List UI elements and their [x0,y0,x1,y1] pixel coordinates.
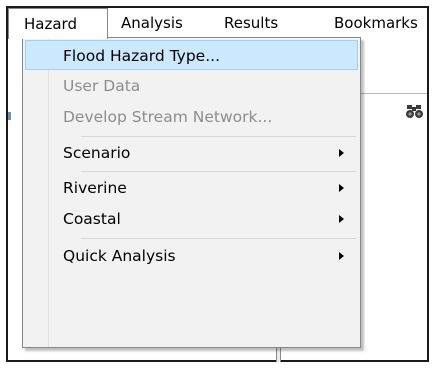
menu-item-label: User Data [63,77,141,95]
menu-results[interactable]: Results [224,8,278,38]
menu-bookmarks-label: Bookmarks [334,14,418,32]
menu-bookmarks[interactable]: Bookmarks [334,8,418,38]
left-panel-edge [8,112,11,120]
submenu-arrow-icon [339,252,344,260]
submenu-arrow-icon [339,184,344,192]
menu-item-quick-analysis[interactable]: Quick Analysis [25,241,358,271]
menu-item-coastal[interactable]: Coastal [25,204,358,234]
menu-item-label: Flood Hazard Type... [63,47,220,65]
submenu-arrow-icon [339,149,344,157]
menu-separator [81,238,356,239]
menu-item-riverine[interactable]: Riverine [25,173,358,203]
menu-separator [81,171,356,172]
menu-bar: Hazard Analysis Results Bookmarks [8,8,427,39]
menu-item-label: Scenario [63,144,131,162]
menu-item-label: Riverine [63,179,127,197]
menu-item-scenario[interactable]: Scenario [25,138,358,168]
menu-separator [81,136,356,137]
menu-analysis[interactable]: Analysis [121,8,183,38]
menu-item-flood-hazard-type[interactable]: Flood Hazard Type... [25,40,358,70]
menu-item-user-data[interactable]: User Data [25,71,358,101]
menu-results-label: Results [224,14,279,32]
menu-item-label: Develop Stream Network... [63,108,273,126]
menu-hazard[interactable]: Hazard [8,8,108,39]
hazard-dropdown-menu: Flood Hazard Type... User Data Develop S… [22,37,361,348]
menu-item-label: Coastal [63,210,121,228]
app-window-crop: Hazard Analysis Results Bookmarks Flood … [0,0,435,368]
binoculars-icon[interactable] [405,104,425,120]
submenu-arrow-icon [339,215,344,223]
menu-hazard-label: Hazard [24,15,77,33]
menu-analysis-label: Analysis [121,14,183,32]
menu-item-label: Quick Analysis [63,247,176,265]
menu-item-develop-stream-network[interactable]: Develop Stream Network... [25,102,358,132]
